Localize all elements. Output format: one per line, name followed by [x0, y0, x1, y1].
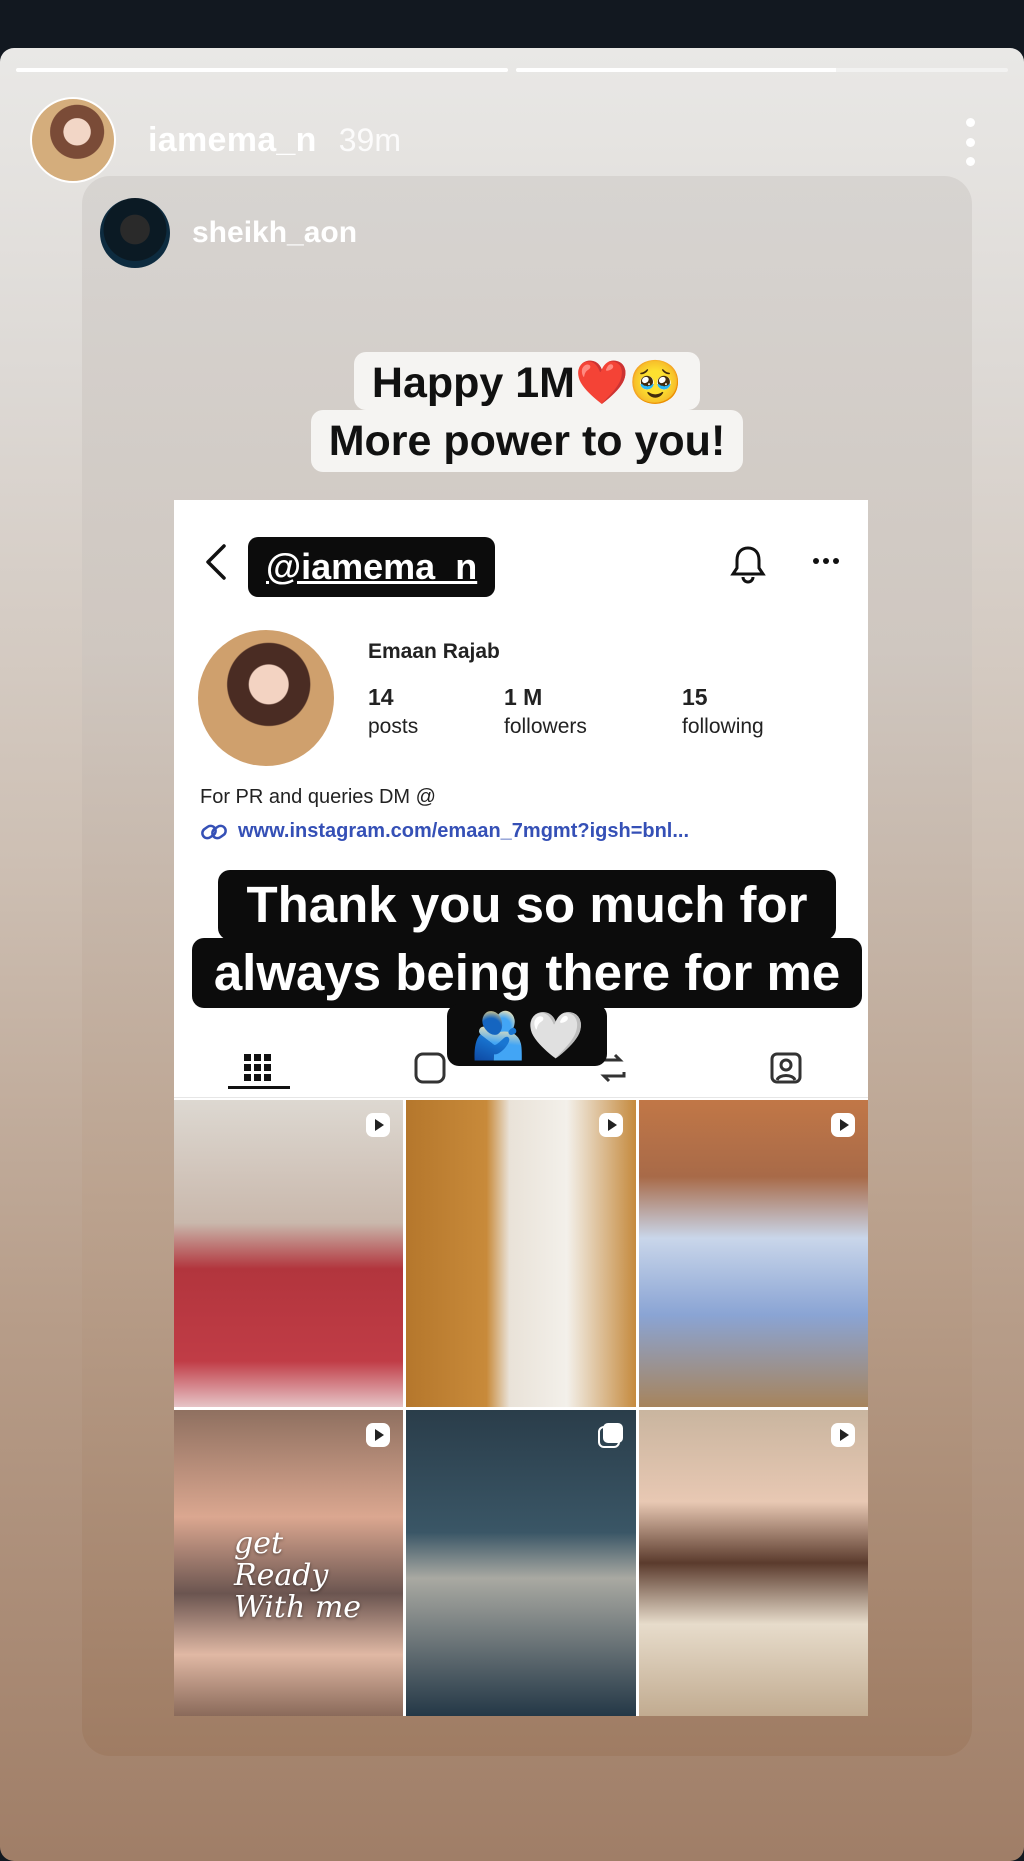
profile-name: Emaan Rajab [368, 640, 500, 663]
grwm-text: get Ready With me [234, 1525, 362, 1625]
grid-post [638, 1100, 868, 1407]
shared-avatar[interactable] [100, 198, 170, 268]
overlay-emoji-bar: 🫂🤍 [447, 1004, 607, 1066]
overlay-line-2: always being there for me [191, 938, 863, 1008]
reel-icon [366, 1113, 391, 1137]
active-tab-indicator [228, 1086, 290, 1089]
story-header: iamema_n 39m [30, 96, 401, 184]
shared-username[interactable]: sheikh_aon [192, 216, 357, 250]
profile-topbar: @iamema_n [174, 500, 868, 620]
heart-emoji-icon: ❤️🥹 [575, 359, 683, 407]
grid-post [174, 1100, 404, 1407]
reel-icon [830, 1113, 855, 1137]
reel-icon [598, 1113, 623, 1137]
profile-screenshot: @iamema_n Emaan Rajab 14 posts 1 Mfollowe… [174, 500, 868, 1716]
stat-followers: 1 Mfollowers [504, 684, 587, 738]
link-icon [201, 824, 227, 839]
reel-icon [366, 1422, 391, 1447]
carousel-icon [597, 1422, 623, 1448]
overlay-line-1: Thank you so much for [218, 870, 836, 940]
profile-link: www.instagram.com/emaan_7mgmt?igsh=bnl..… [200, 820, 689, 843]
avatar[interactable] [30, 97, 116, 183]
posts-grid: get Ready With me [174, 1100, 868, 1716]
reel-icon [830, 1422, 855, 1447]
profile-picture [198, 630, 334, 766]
caption-line-2: More power to you! [310, 410, 744, 472]
story-viewer: iamema_n 39m sheikh_aon Happy 1M❤️🥹 More… [0, 48, 1024, 1861]
profile-bio: For PR and queries DM @ [200, 786, 436, 808]
grid-post [638, 1409, 868, 1716]
mention-sticker: @iamema_n [248, 537, 496, 597]
grid-post: get Ready With me [174, 1409, 404, 1716]
stat-following: 15 following [682, 684, 764, 738]
shared-post-header: sheikh_aon [100, 198, 357, 268]
more-dots-icon [813, 558, 839, 564]
story-time: 39m [338, 121, 401, 158]
progress-segment [16, 68, 508, 72]
stat-posts: 14 posts [368, 684, 419, 738]
hug-heart-emoji-icon: 🫂🤍 [469, 1009, 585, 1061]
grid-post [406, 1100, 636, 1407]
shared-post-card[interactable]: sheikh_aon Happy 1M❤️🥹 More power to you… [82, 176, 972, 1756]
top-caption: Happy 1M❤️🥹 More power to you! [82, 352, 972, 472]
bell-icon [730, 546, 766, 584]
story-username[interactable]: iamema_n [148, 121, 317, 160]
story-progress [16, 68, 1008, 72]
grid-post [406, 1409, 636, 1716]
caption-line-1: Happy 1M❤️🥹 [353, 352, 701, 410]
overlay-caption: Thank you so much for always being there… [82, 870, 972, 1066]
back-arrow-icon [206, 544, 226, 580]
more-options-icon[interactable] [964, 118, 976, 166]
progress-segment [516, 68, 1008, 72]
